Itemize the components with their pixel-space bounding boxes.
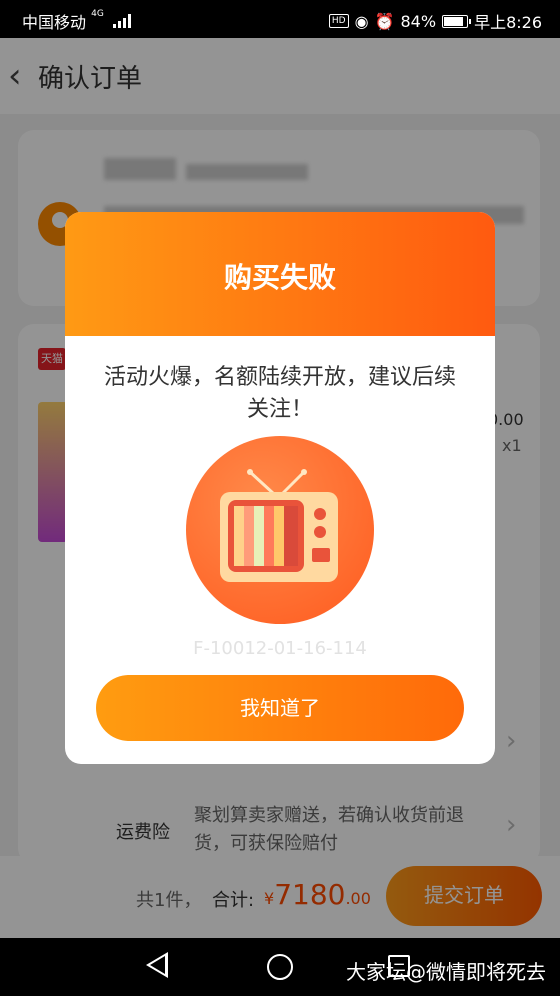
purchase-failed-dialog: 购买失败 活动火爆，名额陆续开放，建议后续关注！ F-10012-01-16-1… <box>65 212 495 764</box>
nav-back-icon[interactable] <box>146 952 168 978</box>
dialog-message: 活动火爆，名额陆续开放，建议后续关注！ <box>103 365 456 422</box>
eye-icon: ◉ <box>354 11 369 31</box>
signal-icon <box>112 14 131 28</box>
status-bar: 中国移动 4G HD ◉ ⏰ 84% 早上8:26 <box>0 0 560 38</box>
system-nav-bar: 大家坛@微情即将死去 <box>0 938 560 996</box>
battery-percent: 84% <box>400 11 437 31</box>
battery-icon <box>442 14 472 28</box>
hd-icon: HD <box>328 14 349 28</box>
nav-home-icon[interactable] <box>267 954 293 980</box>
status-right: HD ◉ ⏰ 84% 早上8:26 <box>328 9 542 33</box>
error-code: F-10012-01-16-114 <box>193 638 367 659</box>
network-type: 4G <box>91 9 104 19</box>
watermark-text: 大家坛@微情即将死去 <box>346 960 546 984</box>
dialog-header: 购买失败 <box>65 212 495 336</box>
dialog-title: 购买失败 <box>223 261 336 294</box>
clock: 早上8:26 <box>474 13 542 32</box>
carrier-name: 中国移动 4G <box>22 9 131 33</box>
tv-illustration <box>186 436 374 624</box>
tv-icon <box>220 469 338 582</box>
alarm-icon: ⏰ <box>374 11 395 31</box>
acknowledge-button[interactable]: 我知道了 <box>96 675 464 741</box>
